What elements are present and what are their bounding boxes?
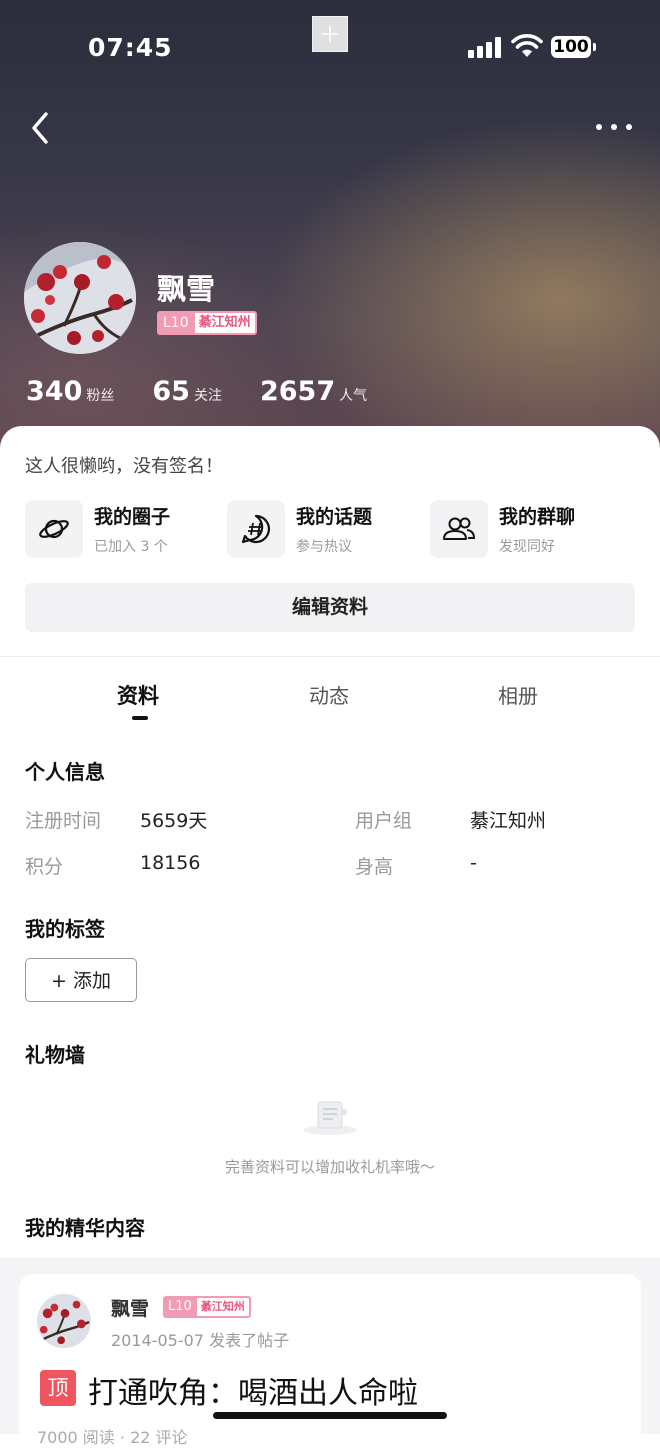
post-author-badges: L10 綦江知州	[163, 1296, 251, 1318]
battery-tip	[593, 43, 596, 51]
level-badge: L10	[157, 311, 195, 335]
plus-icon	[322, 26, 338, 42]
quick-link-subtitle: 发现同好	[499, 539, 555, 555]
quick-link-title: 我的圈子	[94, 506, 171, 528]
user-badges: L10 綦江知州	[157, 311, 257, 335]
info-label-register-time: 注册时间	[25, 810, 102, 832]
hashtag-chat-icon	[227, 500, 285, 558]
group-badge: 綦江知州	[194, 311, 257, 335]
level-badge: L10	[163, 1296, 197, 1318]
planet-icon	[25, 500, 83, 558]
floating-plus-button[interactable]	[312, 16, 348, 52]
fans-count[interactable]: 340	[26, 376, 82, 407]
quick-link-topics[interactable]: 我的话题 参与热议	[227, 500, 372, 558]
info-label-user-group: 用户组	[355, 810, 413, 832]
gift-wall-heading: 礼物墙	[25, 1043, 85, 1067]
featured-content-heading: 我的精华内容	[25, 1216, 145, 1240]
home-indicator	[213, 1412, 447, 1419]
quick-link-subtitle: 已加入 3 个	[94, 539, 168, 555]
plum-blossom-avatar-image	[37, 1294, 91, 1348]
status-time: 07:45	[88, 33, 173, 62]
info-value-points: 18156	[140, 852, 201, 874]
divider	[0, 656, 660, 657]
group-users-icon	[430, 500, 488, 558]
tab-profile-info[interactable]: 资料	[117, 680, 159, 710]
info-value-height: -	[470, 852, 477, 874]
following-count[interactable]: 65	[152, 376, 190, 407]
info-value-user-group: 綦江知州	[470, 810, 547, 832]
popularity-count: 2657	[259, 376, 336, 407]
profile-header: 07:45 100 飘雪 L10 綦江知州 340 粉丝 65 关注 2657 …	[0, 0, 660, 450]
info-value-register-time: 5659天	[140, 810, 208, 832]
avatar[interactable]	[24, 242, 136, 354]
quick-link-title: 我的群聊	[499, 506, 576, 528]
edit-profile-button[interactable]: 编辑资料	[25, 583, 635, 632]
info-label-height: 身高	[355, 856, 394, 878]
post-author-name[interactable]: 飘雪	[111, 1294, 149, 1321]
active-tab-indicator	[132, 716, 148, 720]
gift-wall-empty-text: 完善资料可以增加收礼机率哦～	[224, 1158, 435, 1176]
back-arrow-icon[interactable]	[26, 108, 56, 148]
tab-album[interactable]: 相册	[498, 680, 538, 709]
crescent-moon-decoration	[428, 133, 442, 151]
tab-activity[interactable]: 动态	[309, 680, 349, 709]
personal-info-heading: 个人信息	[25, 760, 105, 784]
post-title[interactable]: 打通吹角：喝酒出人命啦	[88, 1368, 418, 1412]
profile-name: 飘雪	[157, 272, 216, 306]
quick-link-circles[interactable]: 我的圈子 已加入 3 个	[25, 500, 170, 558]
info-label-points: 积分	[25, 856, 64, 878]
battery-indicator: 100	[551, 36, 591, 58]
quick-link-group-chats[interactable]: 我的群聊 发现同好	[430, 500, 575, 558]
post-author-avatar[interactable]	[37, 1294, 91, 1348]
profile-stats: 340 粉丝 65 关注 2657 人气	[26, 376, 405, 407]
fans-label: 粉丝	[86, 388, 115, 404]
empty-gift-icon	[303, 1101, 357, 1135]
post-stats: 7000 阅读 · 22 评论	[37, 1428, 188, 1447]
quick-link-subtitle: 参与热议	[296, 539, 352, 555]
wifi-icon	[511, 34, 543, 57]
more-options-icon[interactable]	[592, 118, 636, 138]
popularity-label: 人气	[339, 388, 368, 404]
plum-blossom-avatar-image	[24, 242, 136, 354]
following-label: 关注	[193, 388, 222, 404]
add-tag-button[interactable]: + 添加	[25, 958, 137, 1002]
signature-text: 这人很懒哟，没有签名！	[25, 456, 223, 477]
profile-content-card: 这人很懒哟，没有签名！ 我的圈子 已加入 3 个 我的话题 参与热议 我的群聊 …	[0, 426, 660, 1447]
post-meta: 2014-05-07 发表了帖子	[111, 1331, 290, 1350]
pinned-tag: 顶	[40, 1370, 76, 1406]
cellular-signal-icon	[468, 36, 504, 58]
my-tags-heading: 我的标签	[25, 917, 105, 941]
quick-link-title: 我的话题	[296, 506, 373, 528]
group-badge: 綦江知州	[196, 1296, 251, 1318]
